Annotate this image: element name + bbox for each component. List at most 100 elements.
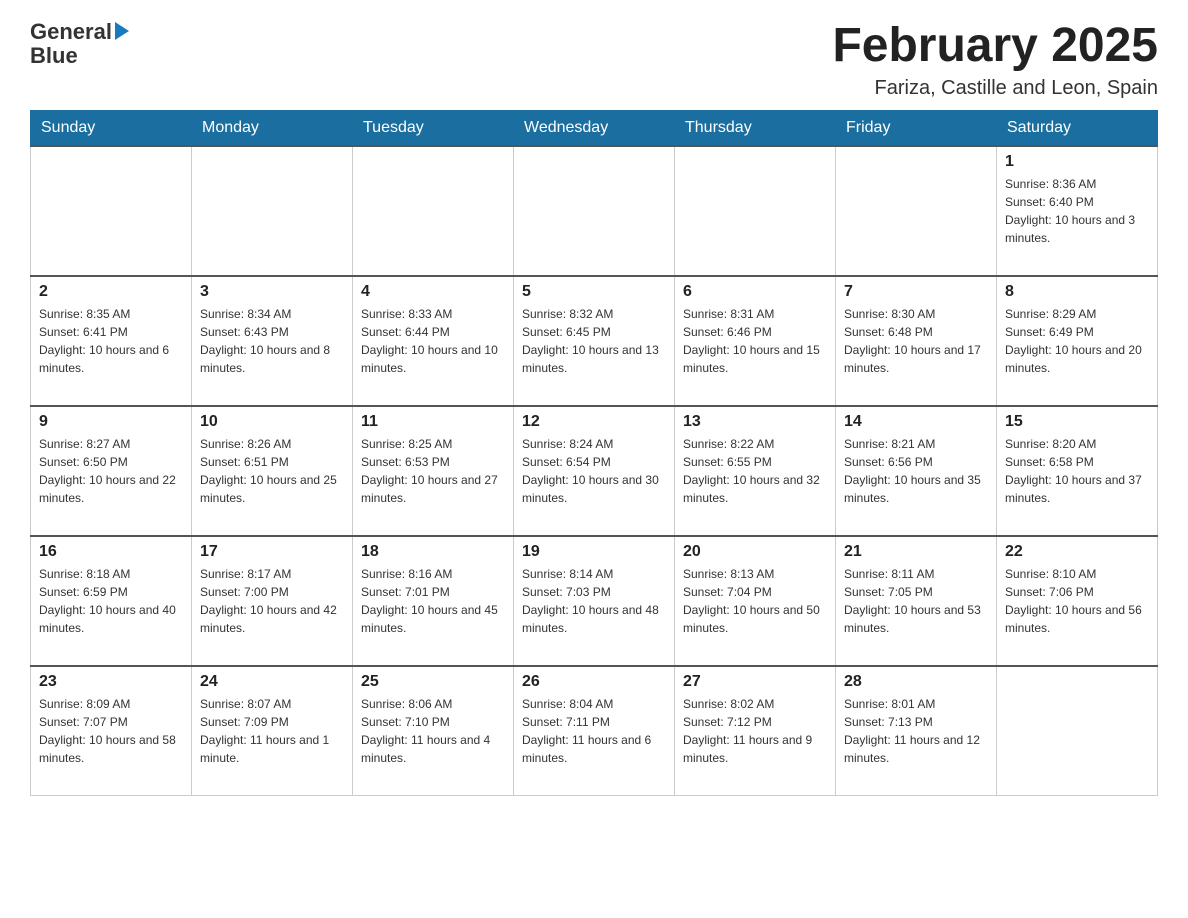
day-number: 7 (844, 283, 988, 301)
day-number: 15 (1005, 413, 1149, 431)
day-info: Sunrise: 8:29 AMSunset: 6:49 PMDaylight:… (1005, 305, 1149, 377)
day-number: 1 (1005, 153, 1149, 171)
day-info: Sunrise: 8:04 AMSunset: 7:11 PMDaylight:… (522, 695, 666, 767)
table-row: 19 Sunrise: 8:14 AMSunset: 7:03 PMDayligh… (514, 536, 675, 666)
day-number: 27 (683, 673, 827, 691)
calendar-table: Sunday Monday Tuesday Wednesday Thursday… (30, 110, 1158, 797)
day-info: Sunrise: 8:10 AMSunset: 7:06 PMDaylight:… (1005, 565, 1149, 637)
col-thursday: Thursday (675, 110, 836, 146)
logo-text-general: General (30, 20, 112, 44)
table-row: 18Sunrise: 8:16 AMSunset: 7:01 PMDayligh… (353, 536, 514, 666)
day-info: Sunrise: 8:36 AMSunset: 6:40 PMDaylight:… (1005, 175, 1149, 247)
day-info: Sunrise: 8:16 AMSunset: 7:01 PMDaylight:… (361, 565, 505, 637)
day-number: 2 (39, 283, 183, 301)
table-row: 3 Sunrise: 8:34 AMSunset: 6:43 PMDaylight… (192, 276, 353, 406)
day-number: 4 (361, 283, 505, 301)
day-info: Sunrise: 8:33 AMSunset: 6:44 PMDaylight:… (361, 305, 505, 377)
day-info: Sunrise: 8:11 AMSunset: 7:05 PMDaylight:… (844, 565, 988, 637)
table-row: 8 Sunrise: 8:29 AMSunset: 6:49 PMDaylight… (997, 276, 1158, 406)
col-saturday: Saturday (997, 110, 1158, 146)
table-row (31, 146, 192, 276)
day-info: Sunrise: 8:30 AMSunset: 6:48 PMDaylight:… (844, 305, 988, 377)
day-number: 13 (683, 413, 827, 431)
calendar-week-row: 2 Sunrise: 8:35 AMSunset: 6:41 PMDaylight… (31, 276, 1158, 406)
table-row: 12 Sunrise: 8:24 AMSunset: 6:54 PMDayligh… (514, 406, 675, 536)
table-row: 26 Sunrise: 8:04 AMSunset: 7:11 PMDayligh… (514, 666, 675, 796)
table-row: 2 Sunrise: 8:35 AMSunset: 6:41 PMDaylight… (31, 276, 192, 406)
day-info: Sunrise: 8:35 AMSunset: 6:41 PMDaylight:… (39, 305, 183, 377)
day-info: Sunrise: 8:18 AMSunset: 6:59 PMDaylight:… (39, 565, 183, 637)
calendar-header-row: Sunday Monday Tuesday Wednesday Thursday… (31, 110, 1158, 146)
table-row: 15Sunrise: 8:20 AMSunset: 6:58 PMDayligh… (997, 406, 1158, 536)
day-info: Sunrise: 8:06 AMSunset: 7:10 PMDaylight:… (361, 695, 505, 767)
title-block: February 2025 Fariza, Castille and Leon,… (832, 20, 1158, 100)
calendar-week-row: 23Sunrise: 8:09 AMSunset: 7:07 PMDayligh… (31, 666, 1158, 796)
day-number: 19 (522, 543, 666, 561)
table-row: 20Sunrise: 8:13 AMSunset: 7:04 PMDayligh… (675, 536, 836, 666)
day-info: Sunrise: 8:22 AMSunset: 6:55 PMDaylight:… (683, 435, 827, 507)
table-row: 22 Sunrise: 8:10 AMSunset: 7:06 PMDayligh… (997, 536, 1158, 666)
col-monday: Monday (192, 110, 353, 146)
calendar-week-row: 16 Sunrise: 8:18 AMSunset: 6:59 PMDayligh… (31, 536, 1158, 666)
day-number: 10 (200, 413, 344, 431)
day-info: Sunrise: 8:07 AMSunset: 7:09 PMDaylight:… (200, 695, 344, 767)
table-row (675, 146, 836, 276)
day-number: 14 (844, 413, 988, 431)
table-row: 6 Sunrise: 8:31 AMSunset: 6:46 PMDaylight… (675, 276, 836, 406)
day-info: Sunrise: 8:26 AMSunset: 6:51 PMDaylight:… (200, 435, 344, 507)
table-row: 7 Sunrise: 8:30 AMSunset: 6:48 PMDaylight… (836, 276, 997, 406)
col-friday: Friday (836, 110, 997, 146)
table-row: 14 Sunrise: 8:21 AMSunset: 6:56 PMDayligh… (836, 406, 997, 536)
day-number: 5 (522, 283, 666, 301)
day-info: Sunrise: 8:17 AMSunset: 7:00 PMDaylight:… (200, 565, 344, 637)
logo-text-blue: Blue (30, 43, 78, 68)
day-info: Sunrise: 8:31 AMSunset: 6:46 PMDaylight:… (683, 305, 827, 377)
table-row: 24 Sunrise: 8:07 AMSunset: 7:09 PMDayligh… (192, 666, 353, 796)
table-row (192, 146, 353, 276)
day-number: 3 (200, 283, 344, 301)
day-number: 22 (1005, 543, 1149, 561)
day-number: 25 (361, 673, 505, 691)
day-number: 6 (683, 283, 827, 301)
day-number: 21 (844, 543, 988, 561)
day-info: Sunrise: 8:27 AMSunset: 6:50 PMDaylight:… (39, 435, 183, 507)
table-row (514, 146, 675, 276)
table-row: 27 Sunrise: 8:02 AMSunset: 7:12 PMDayligh… (675, 666, 836, 796)
day-info: Sunrise: 8:14 AMSunset: 7:03 PMDaylight:… (522, 565, 666, 637)
calendar-week-row: 1 Sunrise: 8:36 AMSunset: 6:40 PMDaylight… (31, 146, 1158, 276)
day-number: 23 (39, 673, 183, 691)
col-sunday: Sunday (31, 110, 192, 146)
calendar-week-row: 9Sunrise: 8:27 AMSunset: 6:50 PMDaylight… (31, 406, 1158, 536)
table-row: 1 Sunrise: 8:36 AMSunset: 6:40 PMDaylight… (997, 146, 1158, 276)
day-number: 24 (200, 673, 344, 691)
day-info: Sunrise: 8:25 AMSunset: 6:53 PMDaylight:… (361, 435, 505, 507)
day-info: Sunrise: 8:34 AMSunset: 6:43 PMDaylight:… (200, 305, 344, 377)
table-row (353, 146, 514, 276)
col-tuesday: Tuesday (353, 110, 514, 146)
day-number: 11 (361, 413, 505, 431)
day-info: Sunrise: 8:01 AMSunset: 7:13 PMDaylight:… (844, 695, 988, 767)
day-number: 8 (1005, 283, 1149, 301)
table-row: 25 Sunrise: 8:06 AMSunset: 7:10 PMDayligh… (353, 666, 514, 796)
table-row (836, 146, 997, 276)
day-info: Sunrise: 8:13 AMSunset: 7:04 PMDaylight:… (683, 565, 827, 637)
table-row: 9Sunrise: 8:27 AMSunset: 6:50 PMDaylight… (31, 406, 192, 536)
table-row: 23Sunrise: 8:09 AMSunset: 7:07 PMDayligh… (31, 666, 192, 796)
day-info: Sunrise: 8:21 AMSunset: 6:56 PMDaylight:… (844, 435, 988, 507)
table-row: 28 Sunrise: 8:01 AMSunset: 7:13 PMDayligh… (836, 666, 997, 796)
day-info: Sunrise: 8:02 AMSunset: 7:12 PMDaylight:… (683, 695, 827, 767)
day-number: 28 (844, 673, 988, 691)
table-row: 5 Sunrise: 8:32 AMSunset: 6:45 PMDaylight… (514, 276, 675, 406)
day-number: 12 (522, 413, 666, 431)
table-row: 10 Sunrise: 8:26 AMSunset: 6:51 PMDayligh… (192, 406, 353, 536)
day-number: 16 (39, 543, 183, 561)
logo: General Blue (30, 20, 129, 68)
day-info: Sunrise: 8:32 AMSunset: 6:45 PMDaylight:… (522, 305, 666, 377)
table-row: 4 Sunrise: 8:33 AMSunset: 6:44 PMDaylight… (353, 276, 514, 406)
table-row: 17 Sunrise: 8:17 AMSunset: 7:00 PMDayligh… (192, 536, 353, 666)
page-header: General Blue February 2025 Fariza, Casti… (30, 20, 1158, 100)
day-number: 26 (522, 673, 666, 691)
calendar-title: February 2025 (832, 20, 1158, 73)
day-info: Sunrise: 8:24 AMSunset: 6:54 PMDaylight:… (522, 435, 666, 507)
day-number: 17 (200, 543, 344, 561)
